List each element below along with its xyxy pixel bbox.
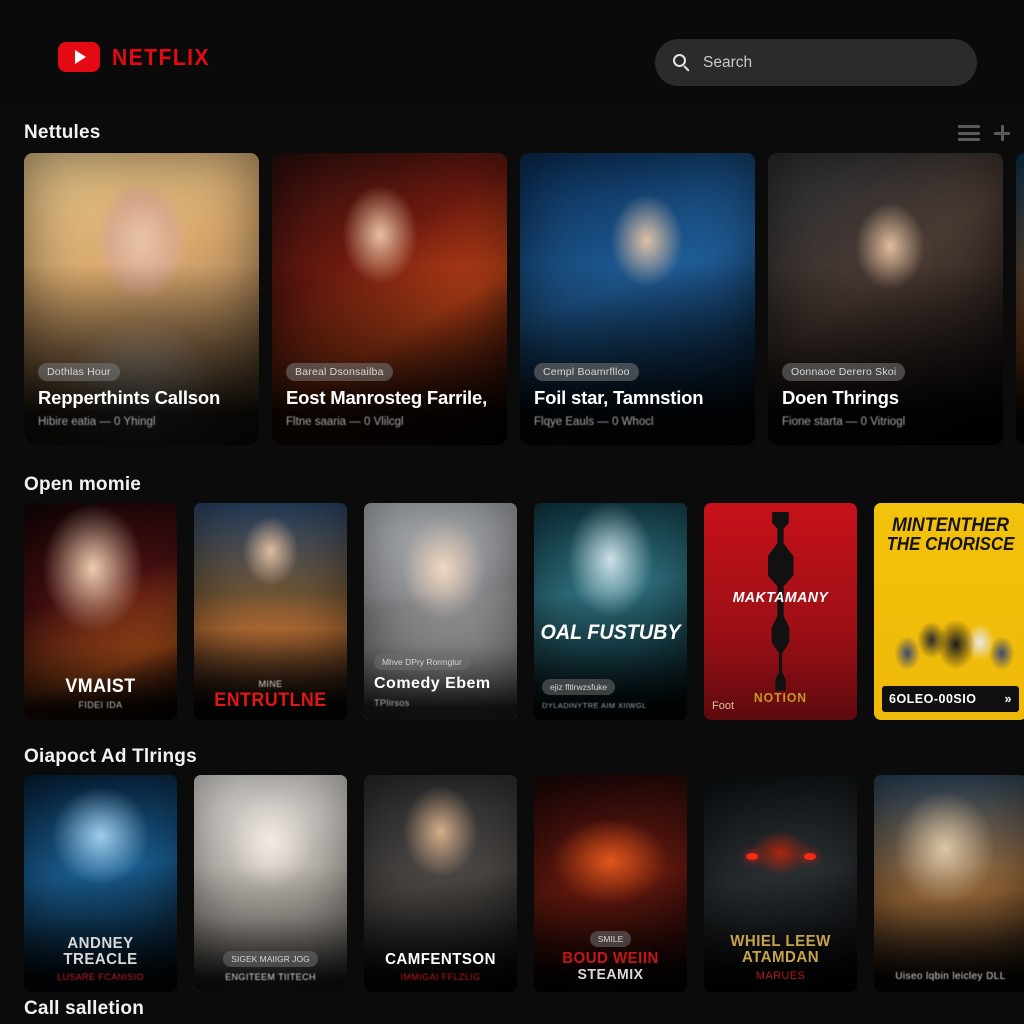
hero-title: Repperthints Callson: [38, 387, 221, 409]
poster-subtitle: TPlirsos: [374, 698, 410, 708]
hero-subtitle: Fltne saaria — 0 Vlilcgl: [286, 416, 404, 428]
brand-logo[interactable]: NETFLIX: [58, 42, 218, 72]
poster-badge: SIGEK MAIIGR JOG: [223, 951, 318, 967]
poster-badge: ejiz fltlrwzsfuke: [542, 679, 616, 695]
section-title-1: Nettules: [24, 122, 101, 143]
row-header-2: Open momie: [24, 474, 1010, 496]
row-header-3: Oiapoct Ad Tlrings: [24, 746, 1010, 768]
poster-card[interactable]: Mhve DPry Rorrnglur Comedy Ebem TPlirsos: [364, 503, 517, 720]
poster-title: VMAIST: [65, 676, 136, 697]
poster-card[interactable]: ANDNEY TREACLE LUSARE FCANISIO: [24, 775, 177, 992]
plus-icon[interactable]: [994, 125, 1010, 141]
poster-card[interactable]: VMAIST FIDEI IDA: [24, 503, 177, 720]
poster-subtitle: ENGITEEM TIITECH: [225, 972, 316, 982]
hero-card[interactable]: Dothlas Hour Repperthints Callson Hibire…: [24, 153, 259, 445]
poster-subtitle: FIDEI IDA: [78, 700, 123, 710]
search-input[interactable]: Search: [655, 39, 977, 86]
poster-card[interactable]: SIGEK MAIIGR JOG ENGITEEM TIITECH: [194, 775, 347, 992]
poster-subtitle: NOTION: [753, 690, 808, 705]
section-title-3: Oiapoct Ad Tlrings: [24, 746, 197, 767]
poster-subtitle: STEAMIX: [577, 966, 644, 983]
poster-title: Comedy Ebem: [374, 675, 491, 692]
row-tools-1: [958, 125, 1010, 141]
poster-card[interactable]: MINE ENTRUTLNE: [194, 503, 347, 720]
poster-banner: 6OLEO-00SIO »: [882, 686, 1019, 712]
poster-title: ENTRUTLNE: [214, 690, 327, 711]
hero-card[interactable]: Cempl Boamrflloo Foil star, Tamnstion Fl…: [520, 153, 755, 445]
poster-title: OAL FUSTUBY: [540, 621, 681, 645]
poster-title: MINTENTHER: [891, 515, 1010, 537]
hero-badge: Dothlas Hour: [38, 363, 120, 382]
poster-card[interactable]: MINTENTHER THE CHORISCE 6OLEO-00SIO »: [874, 503, 1024, 720]
poster-card[interactable]: Uiseo lqbin leicley DLL: [874, 775, 1024, 992]
poster-badge: Mhve DPry Rorrnglur: [374, 654, 470, 670]
hero-title: Doen Thrings: [782, 387, 899, 409]
hero-card[interactable]: Oonnaoe Derero Skoi Doen Thrings Fione s…: [768, 153, 1003, 445]
poster-card[interactable]: SMILE BOUD WEIIN STEAMIX: [534, 775, 687, 992]
poster-subtitle: ATAMDAN: [741, 949, 820, 966]
hero-row: Dothlas Hour Repperthints Callson Hibire…: [24, 153, 1024, 445]
section-title-4: Call salletion: [24, 998, 145, 1019]
hero-title: Foil star, Tamnstion: [534, 387, 704, 409]
poster-title: WHIEL LEEW: [730, 933, 831, 950]
poster-studio-mark: Foot: [712, 700, 735, 712]
poster-title: MAKTAMANY: [732, 588, 829, 606]
list-view-icon[interactable]: [958, 125, 980, 141]
poster-subtitle: THE CHORISCE: [886, 534, 1015, 555]
poster-card[interactable]: OAL FUSTUBY ejiz fltlrwzsfuke DYLADINYTR…: [534, 503, 687, 720]
poster-subtitle: MINE: [258, 679, 283, 689]
poster-extra: MARUES: [755, 970, 806, 982]
app-root: NETFLIX Search Nettules Dothlas Hour Rep…: [0, 0, 1024, 1024]
poster-badge: SMILE: [589, 931, 632, 947]
poster-card[interactable]: WHIEL LEEW ATAMDAN MARUES: [704, 775, 857, 992]
play-button-icon: [58, 42, 100, 72]
hero-badge: Cempl Boamrflloo: [534, 363, 639, 382]
hero-badge: Oonnaoe Derero Skoi: [782, 363, 906, 382]
poster-title: CAMFENTSON: [385, 951, 496, 968]
poster-subtitle: DYLADINYTRE AIM XIIWGL: [542, 701, 647, 710]
top-header: NETFLIX Search: [0, 0, 1024, 104]
hero-subtitle: Fione starta — 0 Vitriogl: [782, 416, 906, 428]
search-icon: [673, 53, 691, 72]
poster-row-2: VMAIST FIDEI IDA MINE ENTRUTLNE Mhve DPr…: [24, 503, 1024, 720]
poster-card[interactable]: CAMFENTSON IMMIGAI FFLZLIG: [364, 775, 517, 992]
poster-title: BOUD WEIIN: [562, 950, 659, 967]
hero-subtitle: Flqye Eauls — 0 Whocl: [534, 416, 654, 428]
poster-subtitle: Uiseo lqbin leicley DLL: [895, 971, 1006, 982]
brand-wordmark: NETFLIX: [112, 43, 210, 70]
hero-card[interactable]: Cran-Ib Connt Te Falisto Flltvia saa: [1016, 153, 1024, 445]
poster-title: ANDNEY TREACLE: [63, 935, 138, 968]
poster-card[interactable]: MAKTAMANY NOTION Foot: [704, 503, 857, 720]
poster-subtitle: IMMIGAI FFLZLIG: [400, 972, 481, 982]
poster-subtitle: LUSARE FCANISIO: [56, 972, 145, 982]
section-title-2: Open momie: [24, 474, 142, 495]
hero-title: Eost Manrosteg Farrile,: [286, 387, 488, 409]
search-placeholder: Search: [703, 53, 753, 71]
hero-subtitle: Hibire eatia — 0 Yhingl: [38, 416, 156, 428]
row-header-1: Nettules: [24, 122, 1010, 144]
poster-banner-text: 6OLEO-00SIO: [889, 692, 977, 706]
hero-badge: Bareal Dsonsailba: [286, 363, 393, 382]
hero-card[interactable]: Bareal Dsonsailba Eost Manrosteg Farrile…: [272, 153, 507, 445]
poster-row-3: ANDNEY TREACLE LUSARE FCANISIO SIGEK MAI…: [24, 775, 1024, 992]
chevron-right-icon: »: [1004, 692, 1012, 706]
